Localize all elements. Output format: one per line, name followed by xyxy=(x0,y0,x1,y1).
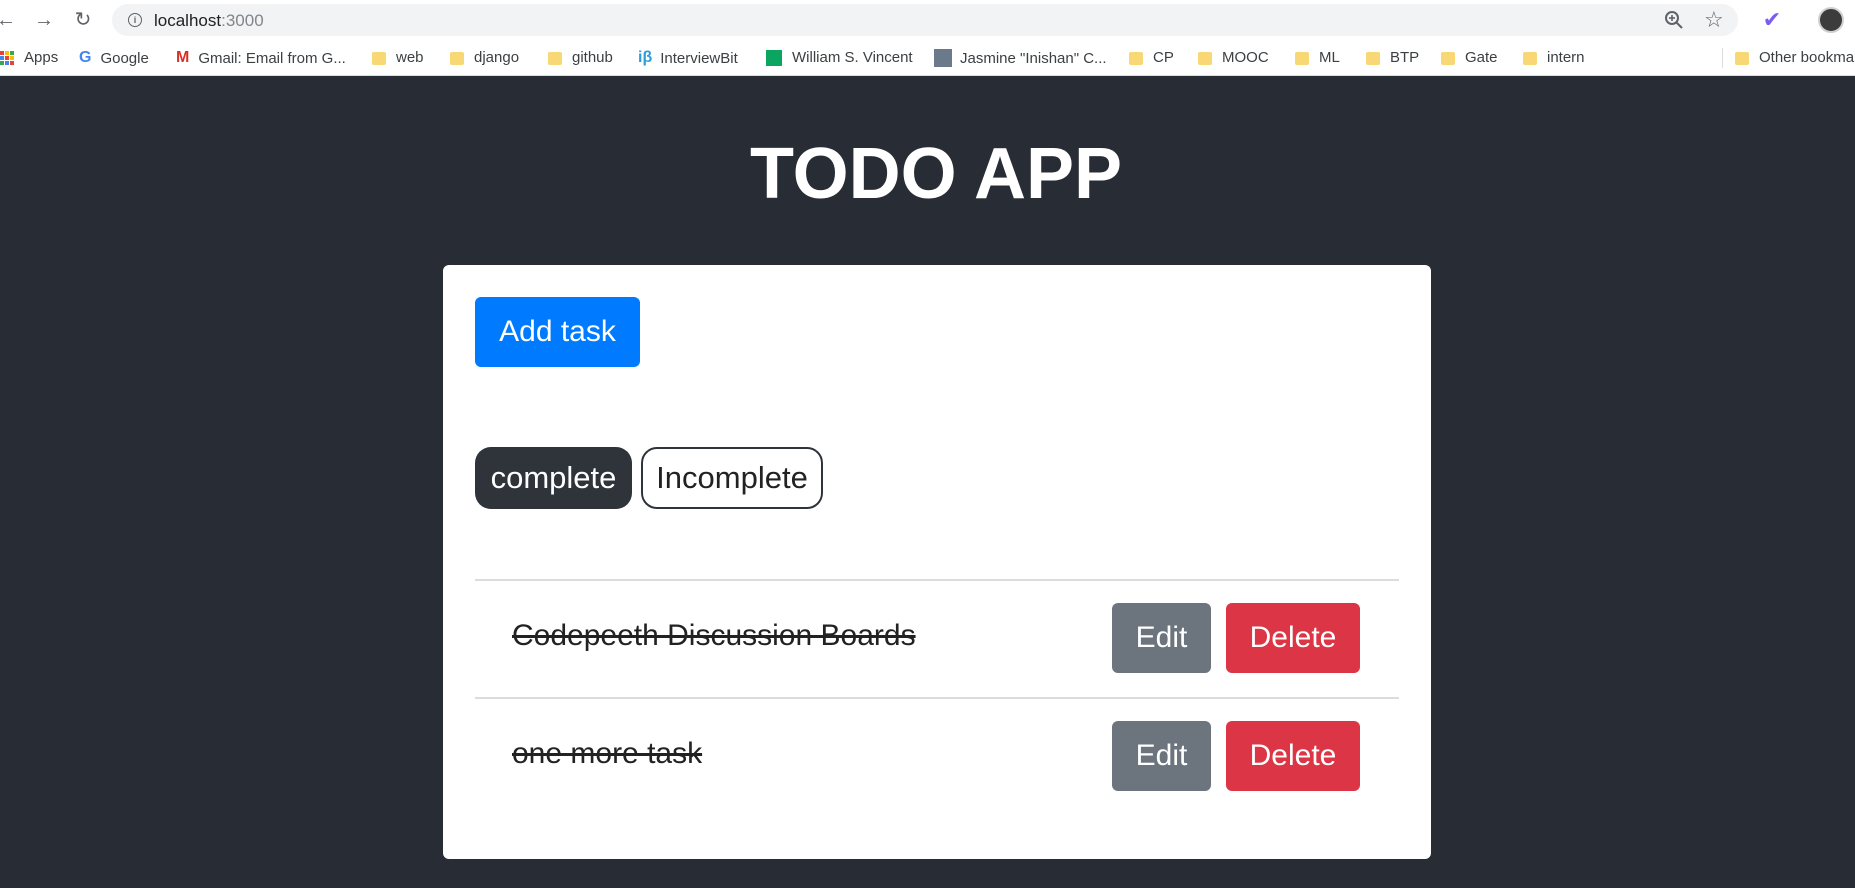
bookmark-django[interactable]: django xyxy=(450,49,519,66)
todo-card: Add task complete Incomplete Codepeeth D… xyxy=(443,265,1431,859)
address-bar[interactable]: i localhost:3000 ☆ xyxy=(112,4,1738,36)
bookmark-web[interactable]: web xyxy=(372,49,424,66)
folder-icon xyxy=(1735,52,1749,65)
bookmark-label: BTP xyxy=(1390,49,1420,66)
bookmark-interviewbit[interactable]: iβ InterviewBit xyxy=(638,49,738,67)
bookmark-william-vincent[interactable]: William S. Vincent xyxy=(766,49,913,66)
folder-icon xyxy=(1441,52,1455,65)
todo-item: one more task Edit Delete xyxy=(475,697,1399,815)
forward-arrow-icon[interactable]: → xyxy=(32,8,56,32)
folder-icon xyxy=(372,52,386,65)
bookmark-label: Other bookmarks xyxy=(1759,49,1855,66)
bookmark-label: ML xyxy=(1319,49,1340,66)
bookmark-label: github xyxy=(572,49,613,66)
bookmark-label: Jasmine "Inishan" C... xyxy=(960,49,1107,67)
folder-icon xyxy=(1366,52,1380,65)
bookmark-other[interactable]: Other bookmarks xyxy=(1735,49,1855,66)
extension-check-icon[interactable]: ✔ xyxy=(1760,8,1784,32)
bookmark-star-icon[interactable]: ☆ xyxy=(1704,7,1724,33)
bookmark-label: Apps xyxy=(24,49,59,66)
bookmark-btp[interactable]: BTP xyxy=(1366,49,1419,66)
todo-item-text[interactable]: one more task xyxy=(512,737,702,771)
image-icon xyxy=(934,49,952,67)
edit-button[interactable]: Edit xyxy=(1112,603,1211,673)
bookmark-label: William S. Vincent xyxy=(792,49,913,66)
delete-button[interactable]: Delete xyxy=(1226,721,1360,791)
bookmark-cp[interactable]: CP xyxy=(1129,49,1174,66)
todo-item: Codepeeth Discussion Boards Edit Delete xyxy=(475,579,1399,697)
info-icon[interactable]: i xyxy=(128,13,142,27)
bookmark-apps[interactable]: Apps xyxy=(0,49,58,66)
reload-icon[interactable]: ↻ xyxy=(71,8,95,32)
bookmark-label: Google xyxy=(100,49,149,67)
profile-avatar[interactable] xyxy=(1818,7,1844,33)
bookmark-label: django xyxy=(474,49,520,66)
bookmark-github[interactable]: github xyxy=(548,49,613,66)
interviewbit-icon: iβ xyxy=(638,49,653,66)
filter-incomplete-button[interactable]: Incomplete xyxy=(641,447,823,509)
url-host: localhost xyxy=(154,11,222,30)
bookmark-ml[interactable]: ML xyxy=(1295,49,1340,66)
back-arrow-icon[interactable]: ← xyxy=(0,8,18,32)
page-content: TODO APP Add task complete Incomplete Co… xyxy=(0,77,1855,888)
url-text[interactable]: localhost:3000 xyxy=(154,11,264,31)
bookmark-jasmine[interactable]: Jasmine "Inishan" C... xyxy=(934,49,1107,67)
bookmark-mooc[interactable]: MOOC xyxy=(1198,49,1269,66)
gmail-icon: M xyxy=(176,49,190,66)
bookmark-gate[interactable]: Gate xyxy=(1441,49,1498,66)
folder-icon xyxy=(1523,52,1537,65)
folder-icon xyxy=(548,52,562,65)
bookmark-intern[interactable]: intern xyxy=(1523,49,1585,66)
delete-button[interactable]: Delete xyxy=(1226,603,1360,673)
browser-toolbar: ← → ↻ i localhost:3000 ☆ ✔ xyxy=(0,0,1855,40)
bookmark-label: MOOC xyxy=(1222,49,1269,66)
folder-icon xyxy=(1295,52,1309,65)
bookmarks-bar: Apps G Google M Gmail: Email from G... w… xyxy=(0,40,1855,76)
edit-button[interactable]: Edit xyxy=(1112,721,1211,791)
folder-icon xyxy=(1198,52,1212,65)
bookmarks-divider xyxy=(1722,48,1723,68)
add-task-button[interactable]: Add task xyxy=(475,297,640,367)
folder-icon xyxy=(1129,52,1143,65)
bookmark-label: Gate xyxy=(1465,49,1498,66)
app-title: TODO APP xyxy=(749,134,1123,214)
google-icon: G xyxy=(79,49,92,66)
bookmark-gmail[interactable]: M Gmail: Email from G... xyxy=(176,49,346,67)
bookmark-label: Gmail: Email from G... xyxy=(198,49,346,67)
folder-icon xyxy=(450,52,464,65)
bookmark-google[interactable]: G Google xyxy=(79,49,149,67)
zoom-icon[interactable] xyxy=(1664,10,1684,35)
url-port: :3000 xyxy=(221,11,264,30)
todo-item-text[interactable]: Codepeeth Discussion Boards xyxy=(512,619,916,653)
bookmark-label: intern xyxy=(1547,49,1585,66)
site-icon xyxy=(766,49,782,66)
filter-complete-button[interactable]: complete xyxy=(475,447,632,509)
bookmark-label: InterviewBit xyxy=(660,49,738,67)
bookmark-label: web xyxy=(396,49,424,66)
apps-grid-icon xyxy=(0,50,14,65)
bookmark-label: CP xyxy=(1153,49,1174,66)
